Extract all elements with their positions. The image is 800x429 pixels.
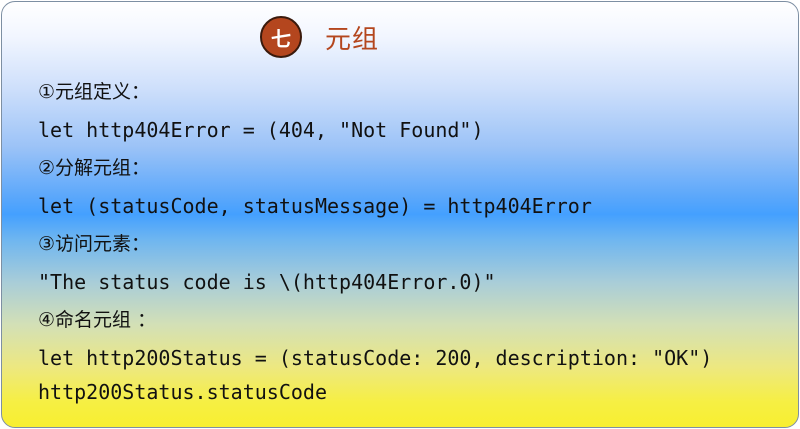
tuple-access-label: ③访问元素： [38, 233, 151, 255]
tuple-definition-code: let http404Error = (404, "Not Found") [38, 118, 484, 142]
named-tuple-code-line-1: let http200Status = (statusCode: 200, de… [38, 346, 713, 370]
section-title: 元组 [325, 24, 380, 55]
named-tuple-code-line-2: http200Status.statusCode [38, 380, 327, 404]
content-body: ①元组定义： let http404Error = (404, "Not Fou… [38, 80, 788, 404]
slide-card: 七 元组 ①元组定义： let http404Error = (404, "No… [1, 1, 799, 428]
section-header: 七 元组 [260, 15, 379, 59]
named-tuple-label: ④命名元组 ： [38, 309, 157, 331]
section-number-badge: 七 [260, 16, 302, 58]
tuple-decompose-label: ②分解元组： [38, 157, 151, 179]
tuple-decompose-code: let (statusCode, statusMessage) = http40… [38, 194, 592, 218]
tuple-access-code: "The status code is \(http404Error.0)" [38, 270, 496, 294]
tuple-definition-label: ①元组定义： [38, 81, 151, 103]
